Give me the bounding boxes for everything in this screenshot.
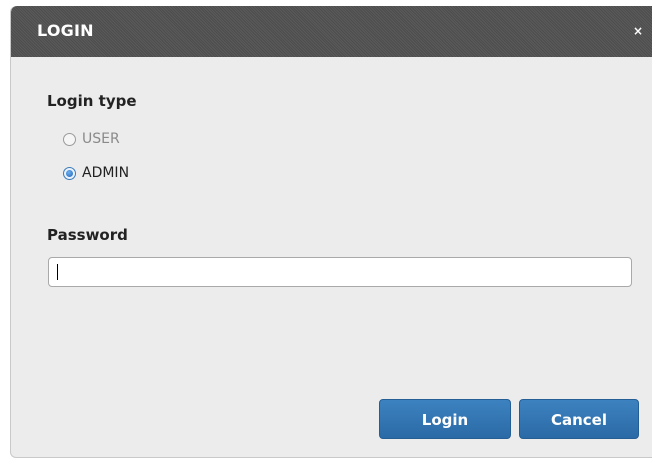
password-field[interactable]	[48, 257, 632, 287]
radio-user[interactable]: USER	[63, 129, 120, 149]
radio-admin-button[interactable]	[63, 166, 76, 180]
radio-user-button[interactable]	[63, 132, 76, 146]
login-dialog: LOGIN × Login type USER ADMIN Password L…	[10, 6, 652, 458]
dialog-titlebar[interactable]: LOGIN ×	[11, 6, 652, 57]
radio-admin[interactable]: ADMIN	[63, 163, 129, 183]
radio-admin-label: ADMIN	[82, 165, 130, 181]
login-type-label: Login type	[47, 92, 137, 110]
cancel-button[interactable]: Cancel	[519, 399, 639, 439]
text-caret	[57, 264, 58, 280]
close-icon[interactable]: ×	[630, 23, 646, 39]
radio-user-label: USER	[82, 131, 120, 147]
password-label: Password	[47, 226, 128, 244]
dialog-title: LOGIN	[37, 21, 94, 40]
login-button[interactable]: Login	[379, 399, 511, 439]
